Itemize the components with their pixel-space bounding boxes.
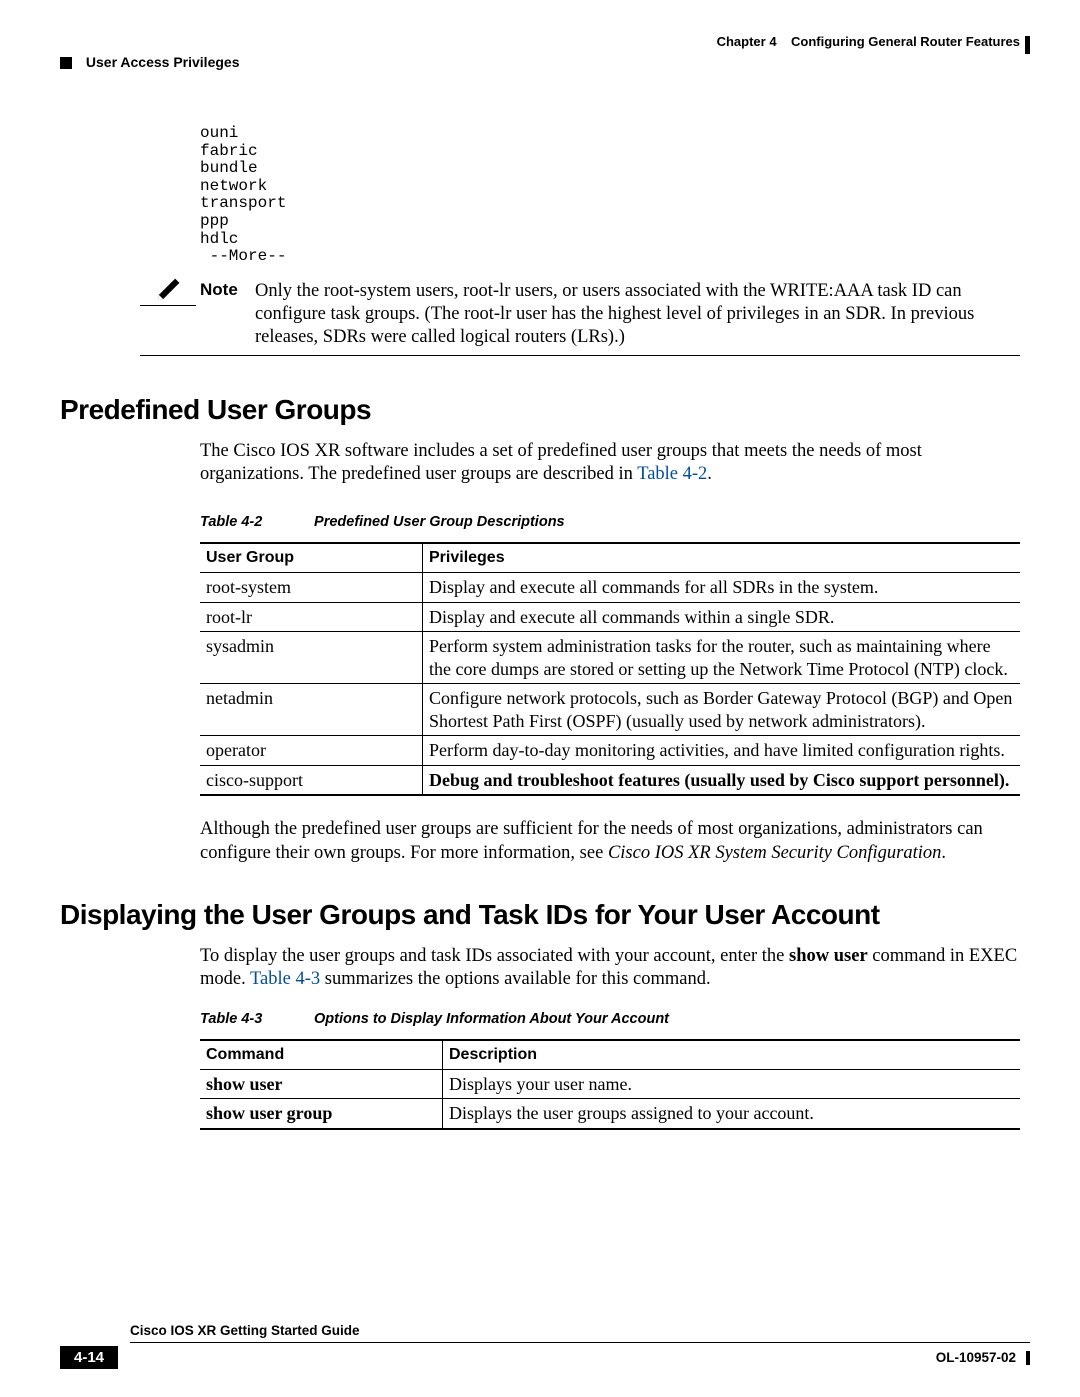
note-block: Note Only the root-system users, root-lr…: [140, 276, 1020, 356]
cell-group: cisco-support: [200, 765, 423, 795]
table-row: sysadminPerform system administration ta…: [200, 632, 1020, 684]
note-label: Note: [200, 276, 255, 300]
page-number: 4-14: [60, 1346, 118, 1369]
col-description: Description: [443, 1040, 1021, 1070]
cell-priv: Debug and troubleshoot features (usually…: [423, 765, 1021, 795]
footer-doc-title: Cisco IOS XR Getting Started Guide: [130, 1323, 1030, 1338]
para-text: .: [707, 464, 712, 484]
cell-priv: Display and execute all commands for all…: [423, 573, 1021, 603]
cell-priv: Perform system administration tasks for …: [423, 632, 1021, 684]
table-show-user-options: Command Description show userDisplays yo…: [200, 1039, 1020, 1130]
table-title: Predefined User Group Descriptions: [314, 514, 565, 530]
para-intro-1: The Cisco IOS XR software includes a set…: [200, 440, 1020, 486]
doc-id: OL-10957-02: [936, 1350, 1016, 1365]
cell-group: root-lr: [200, 602, 423, 632]
table-title: Options to Display Information About You…: [314, 1011, 669, 1027]
chapter-title: Configuring General Router Features: [791, 34, 1020, 49]
col-command: Command: [200, 1040, 443, 1070]
heading-predefined-user-groups: Predefined User Groups: [60, 394, 1020, 426]
footer-bar-icon: [1026, 1351, 1030, 1365]
para-after-table1: Although the predefined user groups are …: [200, 818, 1020, 864]
cell-group: sysadmin: [200, 632, 423, 684]
table-4-2-caption: Table 4-2 Predefined User Group Descript…: [200, 514, 1020, 530]
note-text: Only the root-system users, root-lr user…: [255, 276, 1020, 349]
para-text: .: [941, 843, 946, 863]
table-4-3-link[interactable]: Table 4-3: [250, 969, 320, 989]
cell-cmd: show user: [200, 1069, 443, 1099]
table-row: operatorPerform day-to-day monitoring ac…: [200, 736, 1020, 766]
cli-output: ouni fabric bundle network transport ppp…: [200, 125, 1020, 266]
cell-desc: Displays the user groups assigned to you…: [443, 1099, 1021, 1129]
table-num: Table 4-2: [200, 514, 310, 530]
cell-group: root-system: [200, 573, 423, 603]
page-footer: Cisco IOS XR Getting Started Guide 4-14 …: [60, 1323, 1030, 1369]
para-text: summarizes the options available for thi…: [320, 969, 710, 989]
table-4-3-caption: Table 4-3 Options to Display Information…: [200, 1011, 1020, 1027]
table-row: show user groupDisplays the user groups …: [200, 1099, 1020, 1129]
table-row: root-lrDisplay and execute all commands …: [200, 602, 1020, 632]
para-intro-2: To display the user groups and task IDs …: [200, 945, 1020, 991]
chapter-num: Chapter 4: [717, 34, 777, 49]
section-nav: User Access Privileges: [86, 54, 240, 70]
command-bold: show user: [789, 946, 868, 966]
cell-priv: Configure network protocols, such as Bor…: [423, 684, 1021, 736]
table-row: netadminConfigure network protocols, suc…: [200, 684, 1020, 736]
cell-desc: Displays your user name.: [443, 1069, 1021, 1099]
doc-ref-italic: Cisco IOS XR System Security Configurati…: [608, 843, 941, 863]
cell-priv: Perform day-to-day monitoring activities…: [423, 736, 1021, 766]
header-right-bar: [1025, 36, 1030, 54]
note-pencil-icon: [140, 276, 200, 310]
header-square-icon: [60, 57, 72, 69]
para-text: To display the user groups and task IDs …: [200, 946, 789, 966]
table-num: Table 4-3: [200, 1011, 310, 1027]
table-4-2-link[interactable]: Table 4-2: [637, 464, 707, 484]
running-header-left: User Access Privileges: [60, 54, 239, 70]
table-row: show userDisplays your user name.: [200, 1069, 1020, 1099]
cell-cmd: show user group: [200, 1099, 443, 1129]
col-user-group: User Group: [200, 543, 423, 573]
heading-displaying-user-groups: Displaying the User Groups and Task IDs …: [60, 899, 1020, 931]
cell-priv: Display and execute all commands within …: [423, 602, 1021, 632]
table-row: cisco-supportDebug and troubleshoot feat…: [200, 765, 1020, 795]
cell-group: netadmin: [200, 684, 423, 736]
running-header-right: Chapter 4 Configuring General Router Fea…: [717, 34, 1020, 49]
para-text: The Cisco IOS XR software includes a set…: [200, 441, 922, 484]
table-row: root-systemDisplay and execute all comma…: [200, 573, 1020, 603]
table-predefined-user-groups: User Group Privileges root-systemDisplay…: [200, 542, 1020, 796]
cell-group: operator: [200, 736, 423, 766]
col-privileges: Privileges: [423, 543, 1021, 573]
